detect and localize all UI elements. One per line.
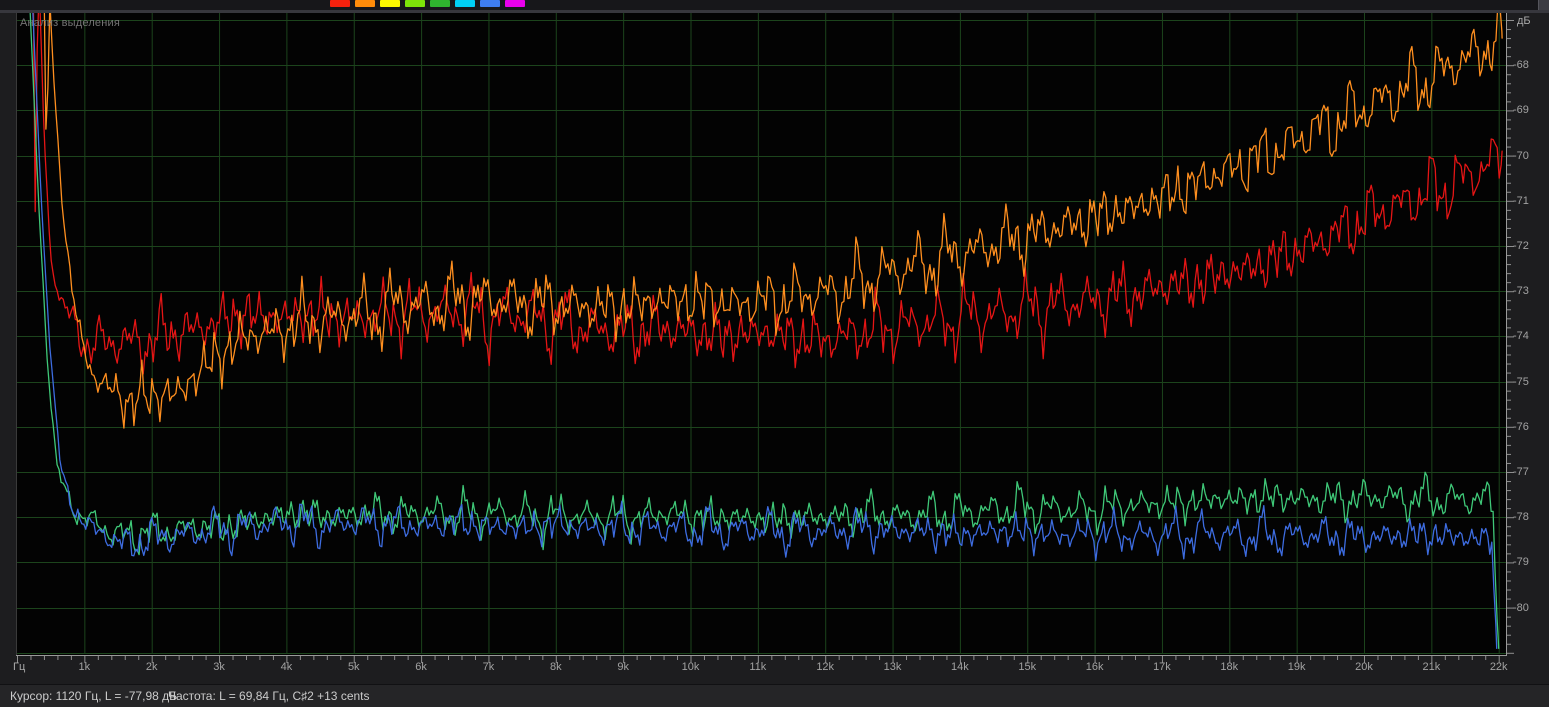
x-tick-label-16k: 16k [1086, 661, 1104, 673]
x-tick-label-19k: 19k [1288, 661, 1306, 673]
x-tick-label-20k: 20k [1355, 661, 1373, 673]
y-tick-label--79dB: -79 [1513, 556, 1529, 568]
y-tick-label--80dB: -80 [1513, 602, 1529, 614]
panel-title: Анализ выделения [20, 17, 120, 29]
x-tick-label-12k: 12k [816, 661, 834, 673]
x-tick-label-3k: 3k [213, 661, 225, 673]
x-tick-label-13k: 13k [884, 661, 902, 673]
y-tick-label--69dB: -69 [1513, 104, 1529, 116]
x-tick-label-21k: 21k [1422, 661, 1440, 673]
y-tick-label--76dB: -76 [1513, 421, 1529, 433]
x-tick-label-7k: 7k [483, 661, 495, 673]
y-tick-label--74dB: -74 [1513, 330, 1529, 342]
x-tick-label-22k: 22k [1490, 661, 1508, 673]
y-tick-label--72dB: -72 [1513, 240, 1529, 252]
y-tick-label--78dB: -78 [1513, 511, 1529, 523]
trace-orange [44, 0, 1502, 428]
x-tick-label-9k: 9k [617, 661, 629, 673]
x-tick-label-2k: 2k [146, 661, 158, 673]
x-tick-label-15k: 15k [1018, 661, 1036, 673]
status-bar: Курсор: 1120 Гц, L = -77,98 дБ Частота: … [0, 684, 1549, 707]
y-tick-label--71dB: -71 [1513, 195, 1529, 207]
y-axis-unit-label: дБ [1517, 15, 1531, 27]
x-tick-label-17k: 17k [1153, 661, 1171, 673]
spectrum-plot[interactable] [0, 0, 1549, 684]
x-tick-label-1k: 1k [79, 661, 91, 673]
x-tick-label-5k: 5k [348, 661, 360, 673]
x-tick-label-10k: 10k [682, 661, 700, 673]
frequency-analysis-panel: Анализ выделения дБ Гц 1k 2k 3k 4k 5k 6k 7k 8k 9… [0, 0, 1549, 707]
x-tick-label-14k: 14k [951, 661, 969, 673]
y-tick-label--70dB: -70 [1513, 150, 1529, 162]
x-tick-label-4k: 4k [281, 661, 293, 673]
trace-red [33, 0, 1502, 374]
x-tick-label-8k: 8k [550, 661, 562, 673]
status-frequency-readout: Частота: L = 69,84 Гц, C♯2 +13 cents [168, 685, 370, 707]
x-tick-label-18k: 18k [1220, 661, 1238, 673]
spectrum-traces [29, 0, 1502, 648]
x-axis-unit-label: Гц [13, 661, 25, 673]
y-tick-label--68dB: -68 [1513, 59, 1529, 71]
y-tick-label--77dB: -77 [1513, 466, 1529, 478]
x-tick-label-11k: 11k [749, 661, 766, 673]
y-tick-label--73dB: -73 [1513, 285, 1529, 297]
status-cursor-readout: Курсор: 1120 Гц, L = -77,98 дБ [10, 685, 177, 707]
x-tick-label-6k: 6k [415, 661, 427, 673]
y-tick-label--75dB: -75 [1513, 376, 1529, 388]
